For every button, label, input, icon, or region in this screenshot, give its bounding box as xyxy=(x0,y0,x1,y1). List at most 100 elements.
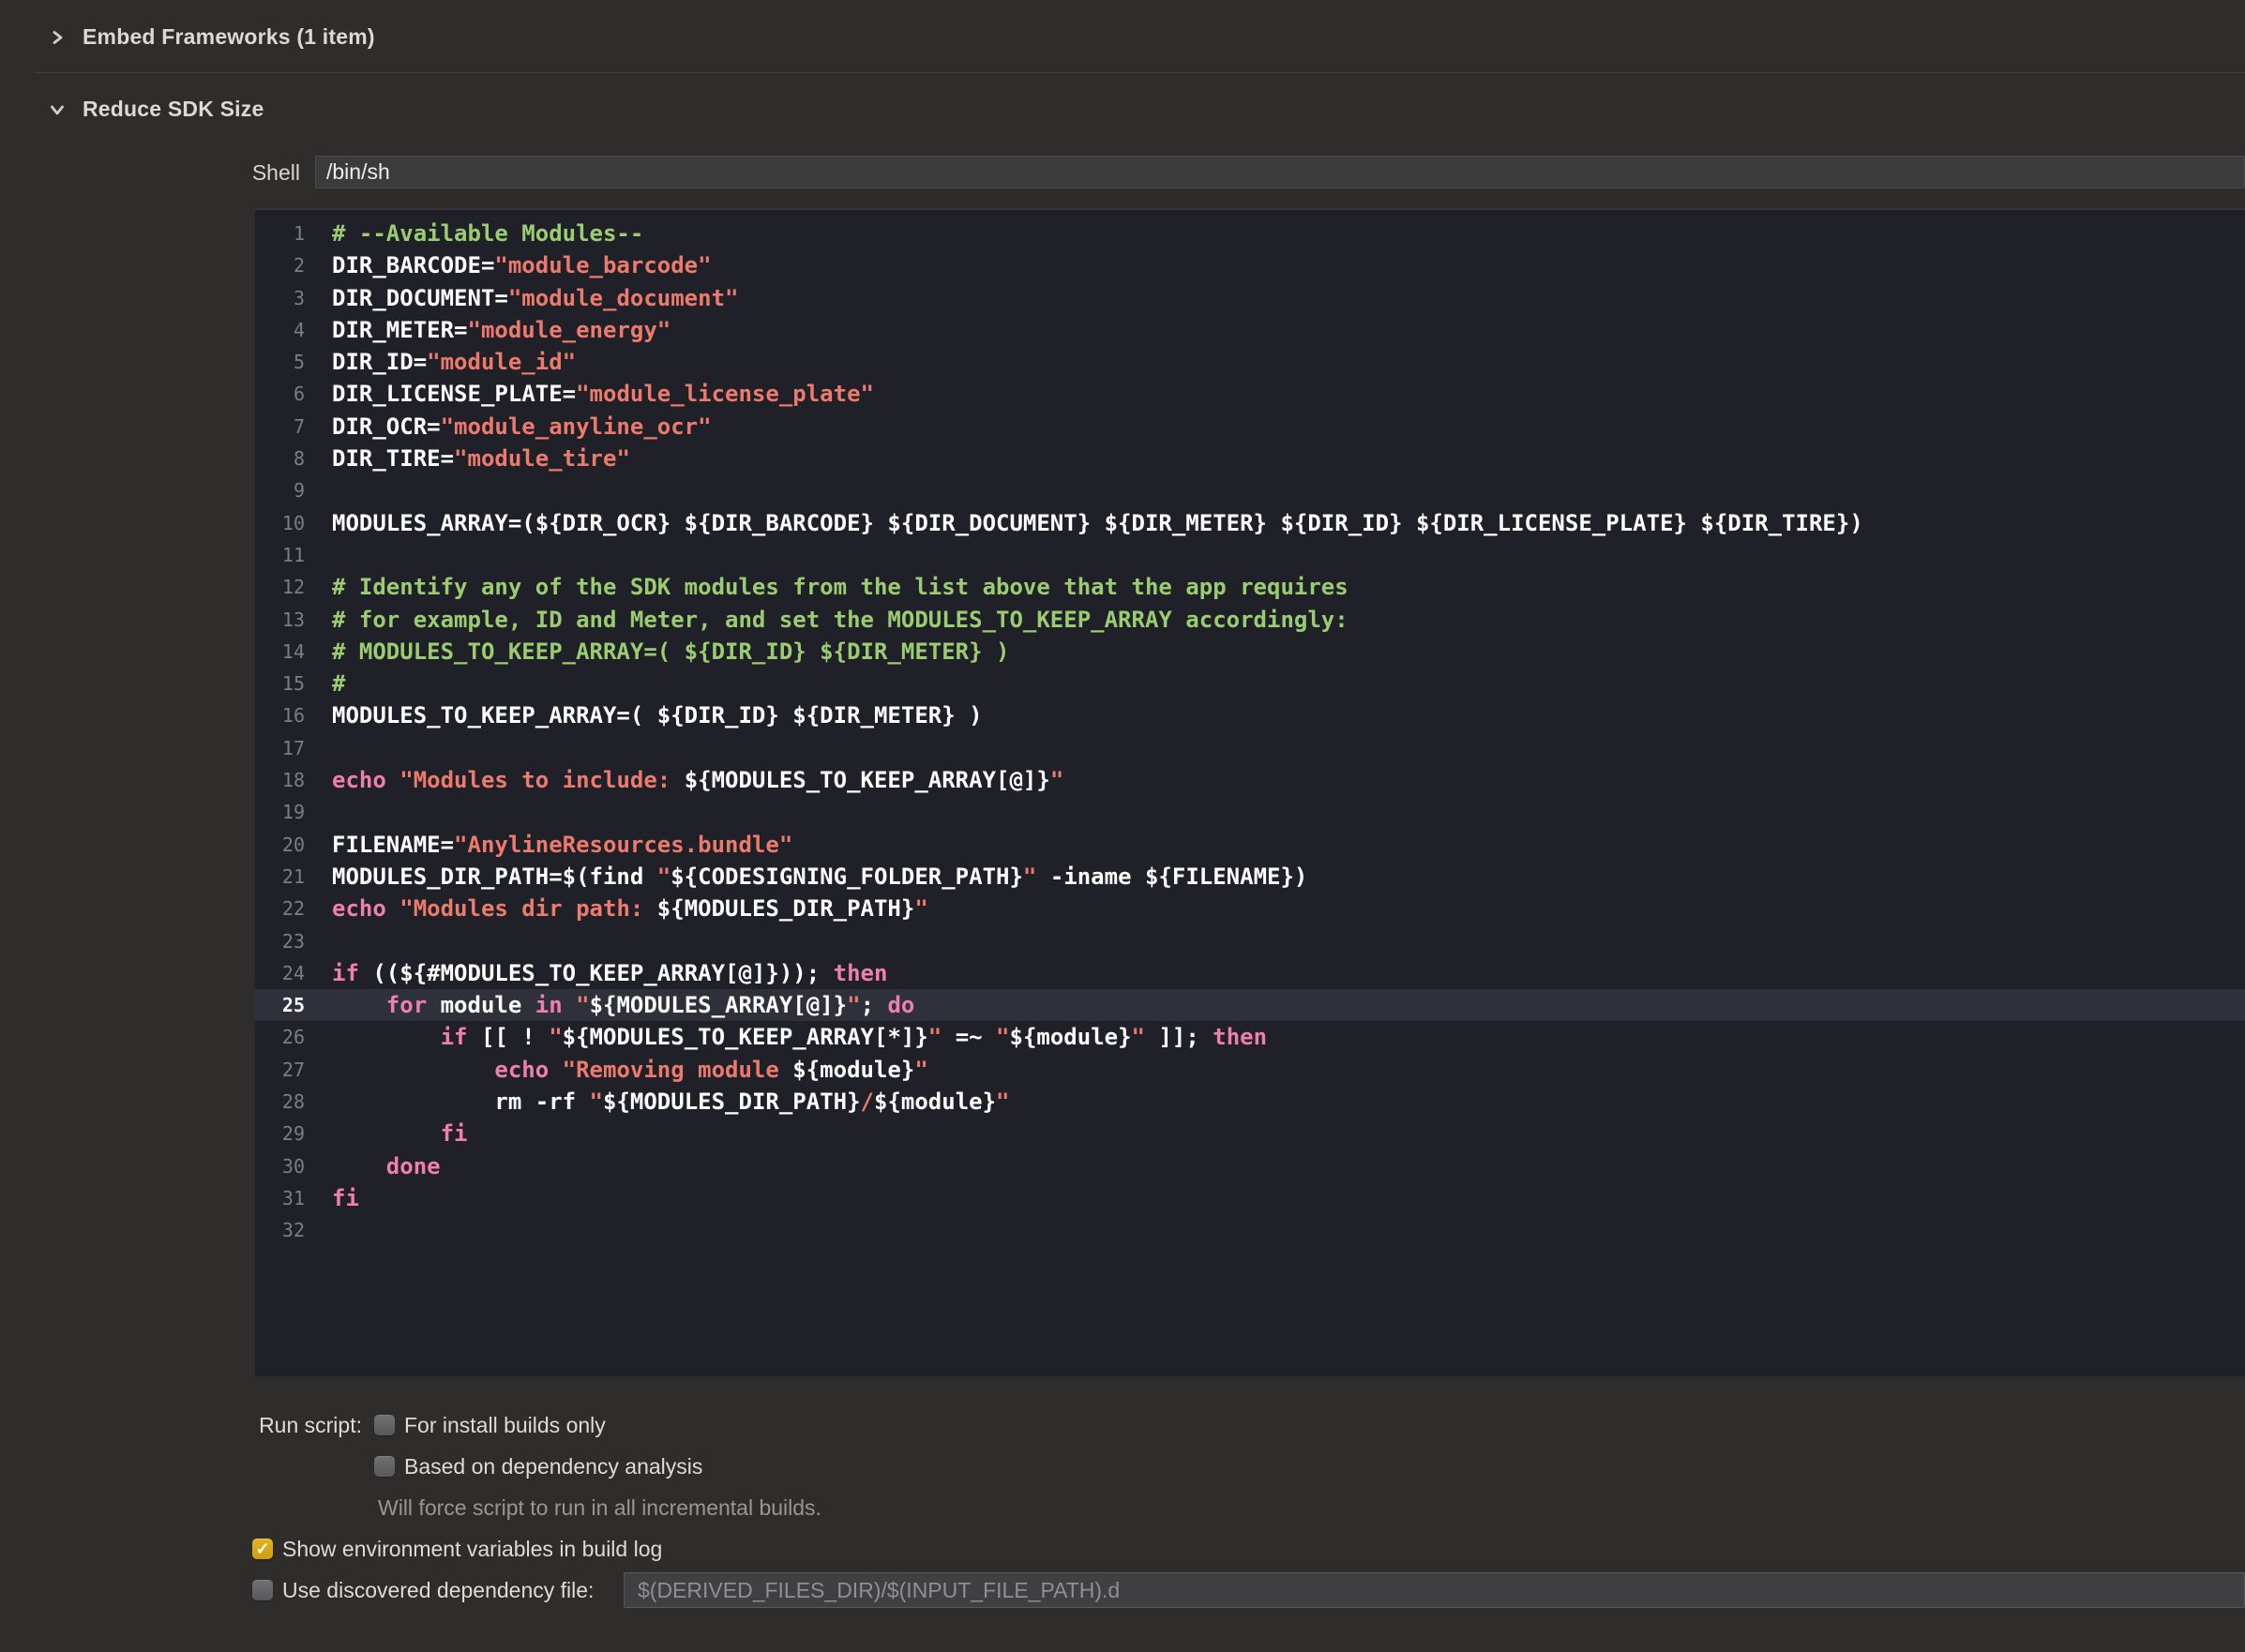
code-line[interactable]: 27 echo "Removing module ${module}" xyxy=(255,1054,2245,1086)
dependency-analysis-label: Based on dependency analysis xyxy=(404,1450,702,1482)
dependency-file-input[interactable] xyxy=(624,1572,2245,1608)
code-line[interactable]: 8DIR_TIRE="module_tire" xyxy=(255,443,2245,474)
line-number: 11 xyxy=(255,539,305,571)
code-text: MODULES_DIR_PATH=$(find "${CODESIGNING_F… xyxy=(305,861,1307,893)
phase-header-embed-frameworks[interactable]: Embed Frameworks (1 item) xyxy=(49,24,375,50)
code-line[interactable]: 15# xyxy=(255,668,2245,699)
code-line[interactable]: 4DIR_METER="module_energy" xyxy=(255,314,2245,346)
section-divider xyxy=(34,72,2245,73)
code-text xyxy=(305,474,332,506)
code-line[interactable]: 7DIR_OCR="module_anyline_ocr" xyxy=(255,411,2245,443)
line-number: 2 xyxy=(255,249,305,281)
line-number: 18 xyxy=(255,764,305,796)
code-text: echo "Removing module ${module}" xyxy=(305,1054,928,1086)
line-number: 13 xyxy=(255,604,305,636)
code-line[interactable]: 10MODULES_ARRAY=(${DIR_OCR} ${DIR_BARCOD… xyxy=(255,507,2245,539)
code-line[interactable]: 24if ((${#MODULES_TO_KEEP_ARRAY[@]})); t… xyxy=(255,957,2245,989)
code-line[interactable]: 3DIR_DOCUMENT="module_document" xyxy=(255,282,2245,314)
code-text: fi xyxy=(305,1182,359,1214)
chevron-right-icon[interactable] xyxy=(49,29,66,46)
line-number: 24 xyxy=(255,957,305,989)
code-text: MODULES_ARRAY=(${DIR_OCR} ${DIR_BARCODE}… xyxy=(305,507,1863,539)
line-number: 9 xyxy=(255,474,305,506)
code-line[interactable]: 20FILENAME="AnylineResources.bundle" xyxy=(255,829,2245,861)
shell-input[interactable] xyxy=(315,156,2245,188)
run-script-label: Run script: xyxy=(234,1409,362,1441)
code-line[interactable]: 18echo "Modules to include: ${MODULES_TO… xyxy=(255,764,2245,796)
install-builds-only-label: For install builds only xyxy=(404,1409,606,1441)
code-text xyxy=(305,796,332,828)
code-line[interactable]: 6DIR_LICENSE_PLATE="module_license_plate… xyxy=(255,378,2245,410)
code-text xyxy=(305,732,332,764)
line-number: 16 xyxy=(255,699,305,731)
code-line[interactable]: 19 xyxy=(255,796,2245,828)
code-line[interactable]: 1# --Available Modules-- xyxy=(255,218,2245,249)
code-line[interactable]: 25 for module in "${MODULES_ARRAY[@]}"; … xyxy=(255,989,2245,1021)
checkmark-icon: ✓ xyxy=(255,1540,269,1557)
line-number: 8 xyxy=(255,443,305,474)
line-number: 19 xyxy=(255,796,305,828)
line-number: 28 xyxy=(255,1086,305,1118)
code-text: DIR_LICENSE_PLATE="module_license_plate" xyxy=(305,378,874,410)
code-text: rm -rf "${MODULES_DIR_PATH}/${module}" xyxy=(305,1086,1010,1118)
line-number: 15 xyxy=(255,668,305,699)
code-text: DIR_BARCODE="module_barcode" xyxy=(305,249,712,281)
phase-header-reduce-sdk-size[interactable]: Reduce SDK Size xyxy=(49,97,264,122)
code-line[interactable]: 5DIR_ID="module_id" xyxy=(255,346,2245,378)
code-line[interactable]: 28 rm -rf "${MODULES_DIR_PATH}/${module}… xyxy=(255,1086,2245,1118)
code-line[interactable]: 2DIR_BARCODE="module_barcode" xyxy=(255,249,2245,281)
line-number: 20 xyxy=(255,829,305,861)
code-text: DIR_METER="module_energy" xyxy=(305,314,670,346)
code-text: MODULES_TO_KEEP_ARRAY=( ${DIR_ID} ${DIR_… xyxy=(305,699,983,731)
code-line[interactable]: 30 done xyxy=(255,1150,2245,1182)
code-line[interactable]: 29 fi xyxy=(255,1118,2245,1149)
line-number: 12 xyxy=(255,571,305,603)
code-text: done xyxy=(305,1150,441,1182)
script-code-editor[interactable]: 1# --Available Modules--2DIR_BARCODE="mo… xyxy=(255,208,2245,1376)
line-number: 3 xyxy=(255,282,305,314)
line-number: 22 xyxy=(255,893,305,924)
code-text: echo "Modules dir path: ${MODULES_DIR_PA… xyxy=(305,893,928,924)
line-number: 7 xyxy=(255,411,305,443)
line-number: 4 xyxy=(255,314,305,346)
code-text xyxy=(305,925,332,957)
code-line[interactable]: 26 if [[ ! "${MODULES_TO_KEEP_ARRAY[*]}"… xyxy=(255,1021,2245,1053)
checkbox-dependency-analysis[interactable]: ✓ xyxy=(374,1456,395,1477)
line-number: 32 xyxy=(255,1214,305,1246)
code-text: # xyxy=(305,668,345,699)
code-line[interactable]: 32 xyxy=(255,1214,2245,1246)
code-line[interactable]: 11 xyxy=(255,539,2245,571)
code-line[interactable]: 21MODULES_DIR_PATH=$(find "${CODESIGNING… xyxy=(255,861,2245,893)
line-number: 14 xyxy=(255,636,305,668)
show-env-variables-label: Show environment variables in build log xyxy=(282,1533,662,1565)
checkbox-install-builds-only[interactable]: ✓ xyxy=(374,1415,395,1435)
code-text: DIR_DOCUMENT="module_document" xyxy=(305,282,738,314)
code-text: DIR_TIRE="module_tire" xyxy=(305,443,630,474)
checkbox-use-dependency-file[interactable]: ✓ xyxy=(252,1580,273,1600)
code-line[interactable]: 16MODULES_TO_KEEP_ARRAY=( ${DIR_ID} ${DI… xyxy=(255,699,2245,731)
code-line[interactable]: 23 xyxy=(255,925,2245,957)
code-line[interactable]: 31fi xyxy=(255,1182,2245,1214)
force-run-note: Will force script to run in all incremen… xyxy=(378,1492,821,1524)
line-number: 10 xyxy=(255,507,305,539)
code-text: # MODULES_TO_KEEP_ARRAY=( ${DIR_ID} ${DI… xyxy=(305,636,1009,668)
code-line[interactable]: 14# MODULES_TO_KEEP_ARRAY=( ${DIR_ID} ${… xyxy=(255,636,2245,668)
code-text xyxy=(305,539,332,571)
code-line[interactable]: 22echo "Modules dir path: ${MODULES_DIR_… xyxy=(255,893,2245,924)
chevron-down-icon[interactable] xyxy=(49,101,66,118)
code-line[interactable]: 13# for example, ID and Meter, and set t… xyxy=(255,604,2245,636)
use-dependency-file-label: Use discovered dependency file: xyxy=(282,1574,594,1606)
line-number: 1 xyxy=(255,218,305,249)
code-line[interactable]: 17 xyxy=(255,732,2245,764)
line-number: 6 xyxy=(255,378,305,410)
checkbox-show-env-variables[interactable]: ✓ xyxy=(252,1539,273,1559)
line-number: 21 xyxy=(255,861,305,893)
code-line[interactable]: 12# Identify any of the SDK modules from… xyxy=(255,571,2245,603)
code-text: # Identify any of the SDK modules from t… xyxy=(305,571,1349,603)
phase-title-embed-frameworks: Embed Frameworks (1 item) xyxy=(83,24,375,50)
code-text: if ((${#MODULES_TO_KEEP_ARRAY[@]})); the… xyxy=(305,957,887,989)
code-line[interactable]: 9 xyxy=(255,474,2245,506)
line-number: 27 xyxy=(255,1054,305,1086)
code-text: DIR_ID="module_id" xyxy=(305,346,576,378)
line-number: 26 xyxy=(255,1021,305,1053)
